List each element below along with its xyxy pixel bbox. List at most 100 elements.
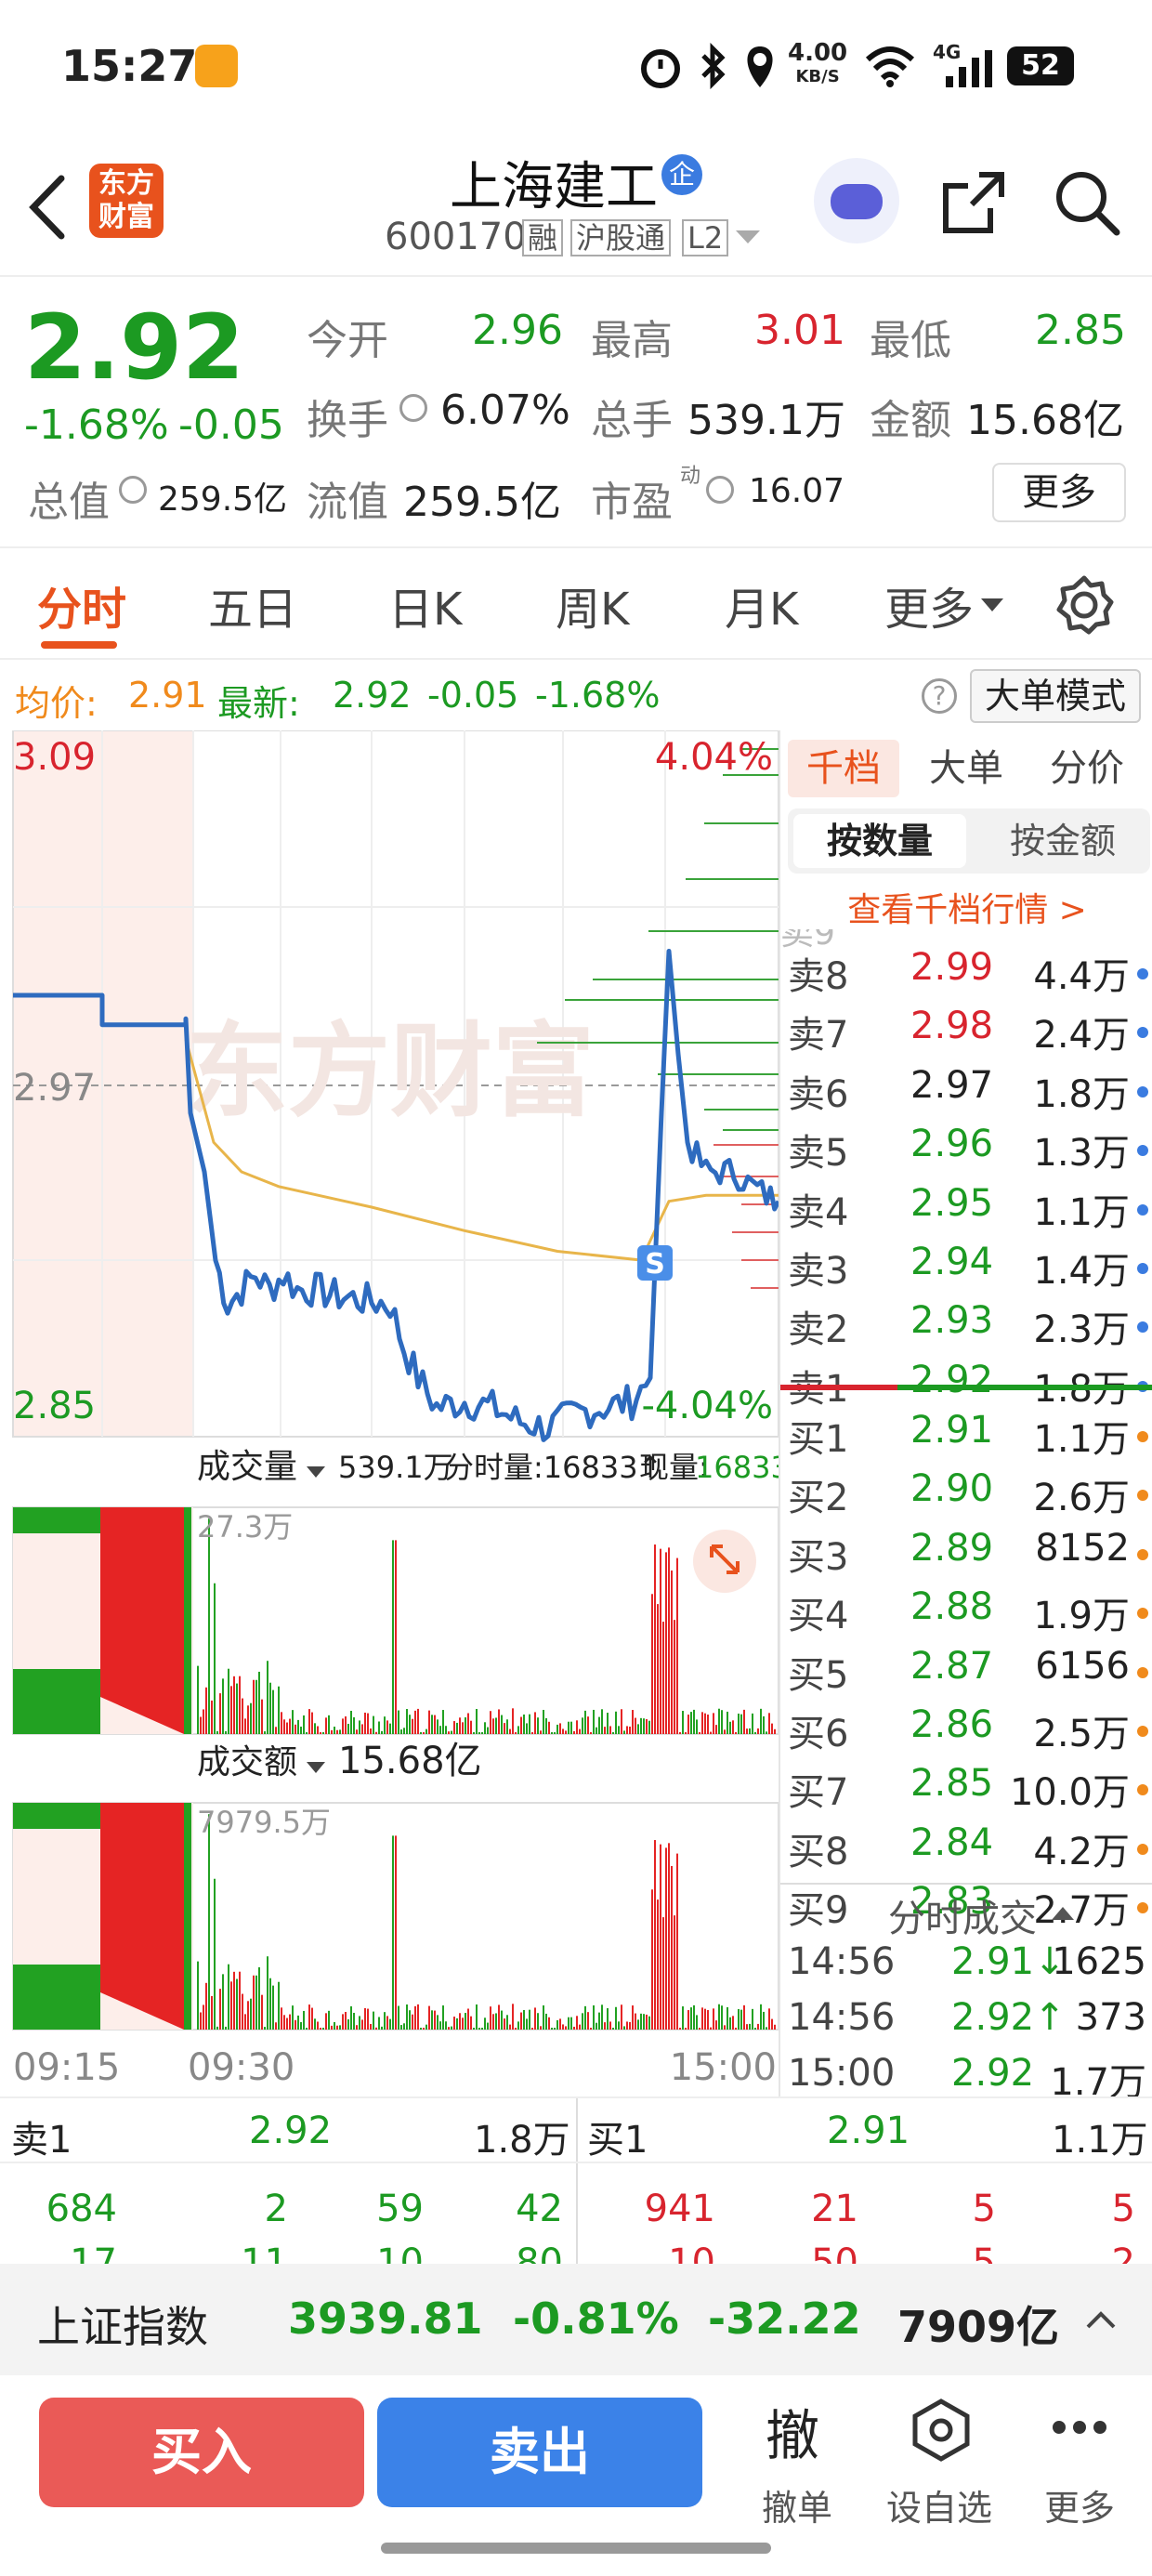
bid-row[interactable]: 买5 2.87 6156 bbox=[780, 1645, 1152, 1697]
volume-bar bbox=[646, 1718, 648, 1734]
assistant-avatar[interactable] bbox=[814, 158, 899, 243]
amount-value: 15.68亿 bbox=[966, 397, 1124, 444]
tab-monthly-k[interactable]: 月K bbox=[725, 572, 798, 637]
volume-bar bbox=[654, 1840, 656, 2030]
bid-row[interactable]: 买4 2.88 1.9万 bbox=[780, 1585, 1152, 1637]
info-icon[interactable] bbox=[399, 394, 427, 422]
ask-row[interactable]: 卖8 2.99 4.4万 bbox=[780, 946, 1152, 998]
ask-row[interactable]: 卖6 2.97 1.8万 bbox=[780, 1064, 1152, 1116]
volume-bar bbox=[303, 1715, 305, 1734]
tab-daily-k[interactable]: 日K bbox=[388, 572, 462, 637]
status-bar: 15:27 4.00 KB/S 4G 52 bbox=[0, 0, 1152, 139]
more-quote-button[interactable]: 更多 bbox=[992, 463, 1126, 522]
volume-bar bbox=[570, 2017, 572, 2030]
tab-big-orders[interactable]: 大单 bbox=[929, 740, 1003, 797]
bid-row[interactable]: 买6 2.86 2.5万 bbox=[780, 1703, 1152, 1755]
ask-row[interactable]: 卖3 2.94 1.4万 bbox=[780, 1241, 1152, 1293]
tab-intraday[interactable]: 分时 bbox=[37, 572, 126, 637]
amount-label[interactable]: 成交额 bbox=[197, 1743, 297, 1781]
tab-weekly-k[interactable]: 周K bbox=[556, 572, 629, 637]
subtab-by-amount[interactable]: 按金额 bbox=[979, 814, 1146, 868]
volume-bar bbox=[278, 1686, 280, 1734]
bid-row[interactable]: 买7 2.85 10.0万 bbox=[780, 1762, 1152, 1814]
ask-row[interactable]: 卖7 2.98 2.4万 bbox=[780, 1005, 1152, 1057]
tab-price-distribution[interactable]: 分价 bbox=[1050, 740, 1124, 797]
volume-bar bbox=[292, 1710, 294, 1734]
tab-thousand-levels[interactable]: 千档 bbox=[788, 740, 899, 797]
signal-icon bbox=[946, 50, 992, 87]
auction-bar-green bbox=[13, 1965, 100, 2030]
volume-bar bbox=[255, 1975, 257, 2030]
bid-row[interactable]: 买8 2.84 4.2万 bbox=[780, 1821, 1152, 1873]
volume-bar bbox=[504, 1723, 505, 1734]
add-watchlist-icon[interactable] bbox=[910, 2398, 972, 2463]
volume-bar bbox=[325, 2013, 327, 2030]
volume-bars bbox=[13, 1507, 776, 1734]
tick-volume: 1625 bbox=[1052, 1940, 1146, 1983]
volume-bar bbox=[682, 1711, 684, 1734]
enterprise-badge: 企 bbox=[661, 154, 702, 195]
help-icon[interactable]: ? bbox=[922, 678, 957, 714]
cancel-order-button[interactable]: 撤单 bbox=[762, 2479, 832, 2530]
chevron-down-icon[interactable] bbox=[307, 1466, 325, 1478]
market-index-bar[interactable]: 上证指数 3939.81 -0.81% -32.22 7909亿 bbox=[0, 2264, 1152, 2375]
big-order-mode-button[interactable]: 大单模式 bbox=[970, 669, 1141, 723]
chevron-down-icon[interactable] bbox=[307, 1762, 325, 1773]
ask-row[interactable]: 卖2 2.93 2.3万 bbox=[780, 1299, 1152, 1351]
volume-bar bbox=[648, 2016, 650, 2030]
ask-volume: 1.1万 bbox=[1033, 1190, 1130, 1234]
share-icon[interactable] bbox=[938, 167, 1009, 238]
volume-bar bbox=[685, 1732, 687, 1734]
chevron-up-icon[interactable] bbox=[1085, 2308, 1117, 2331]
sell-button[interactable]: 卖出 bbox=[377, 2398, 702, 2507]
settings-gear-icon[interactable] bbox=[1054, 574, 1115, 636]
cancel-order-icon[interactable]: 撤 bbox=[766, 2392, 819, 2470]
tab-more[interactable]: 更多 bbox=[884, 572, 974, 637]
search-icon[interactable] bbox=[1052, 167, 1122, 238]
volume-bar bbox=[568, 2017, 569, 2030]
intraday-chart[interactable]: 东方财富 S 3.09 4.04% 2.97 2.85 -4.04% 成交量 5… bbox=[0, 729, 790, 2096]
volume-bar bbox=[590, 2028, 592, 2030]
price-axis-high: 3.09 bbox=[13, 736, 96, 779]
bid-row[interactable]: 买1 2.91 1.1万 bbox=[780, 1409, 1152, 1461]
volume-label[interactable]: 成交量 bbox=[197, 1448, 297, 1486]
back-icon[interactable] bbox=[26, 173, 67, 242]
volume-bar bbox=[381, 1730, 383, 1734]
tab-five-day[interactable]: 五日 bbox=[208, 572, 297, 637]
view-thousand-levels-link[interactable]: 查看千档行情 > bbox=[780, 883, 1152, 931]
add-watchlist-button[interactable]: 设自选 bbox=[886, 2479, 992, 2530]
volume-bar bbox=[400, 2025, 402, 2030]
volume-bar bbox=[648, 1720, 650, 1734]
more-button[interactable]: 更多 bbox=[1044, 2479, 1115, 2530]
info-icon[interactable] bbox=[119, 476, 147, 504]
battery-icon: 52 bbox=[1007, 46, 1074, 85]
volume-bar bbox=[370, 1728, 372, 1734]
bid-price: 2.85 bbox=[910, 1762, 994, 1806]
intraday-chart-svg[interactable]: 东方财富 S 3.09 4.04% 2.97 2.85 -4.04% 成交量 5… bbox=[0, 729, 790, 2096]
info-icon[interactable] bbox=[706, 476, 734, 504]
volume-bar bbox=[763, 2011, 765, 2030]
quote-panel: 2.92 -1.68% -0.05 今开 2.96 最高 3.01 最低 2.8… bbox=[0, 277, 1152, 548]
chevron-up-icon[interactable] bbox=[1050, 1903, 1076, 1922]
volume-bar bbox=[635, 1717, 636, 1734]
volume-bar bbox=[740, 2009, 742, 2030]
buy-button[interactable]: 买入 bbox=[39, 2398, 364, 2507]
ask-row[interactable]: 卖4 2.95 1.1万 bbox=[780, 1182, 1152, 1234]
app-notification-icon bbox=[195, 45, 238, 87]
volume-bar bbox=[768, 1713, 770, 1734]
volume-bar bbox=[671, 1571, 673, 1734]
bid-volume: 1.9万 bbox=[1033, 1595, 1130, 1638]
volume-bar bbox=[420, 2028, 422, 2030]
more-icon[interactable] bbox=[1050, 2416, 1109, 2438]
bid-row[interactable]: 买3 2.89 8152 bbox=[780, 1527, 1152, 1579]
time-label-close: 15:00 bbox=[670, 2046, 777, 2089]
index-change: -32.22 bbox=[708, 2293, 861, 2344]
chevron-down-icon[interactable] bbox=[734, 229, 762, 247]
ask-row[interactable]: 卖5 2.96 1.3万 bbox=[780, 1123, 1152, 1175]
volume-bar bbox=[364, 2007, 366, 2030]
volume-bar bbox=[425, 2024, 427, 2030]
volume-bar bbox=[579, 1728, 581, 1734]
ask-level-label: 卖6 bbox=[788, 1072, 849, 1116]
bid-row[interactable]: 买2 2.90 2.6万 bbox=[780, 1467, 1152, 1519]
subtab-by-quantity[interactable]: 按数量 bbox=[793, 814, 966, 868]
